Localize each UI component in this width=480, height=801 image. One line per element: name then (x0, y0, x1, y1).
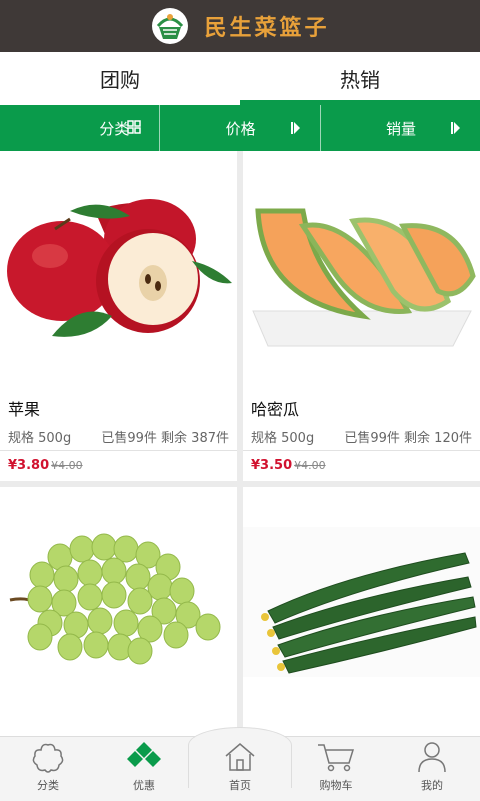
nav-label: 我的 (421, 779, 443, 792)
cucumber-image (243, 487, 480, 736)
product-sales-stock: 已售99件 剩余 387件 (101, 431, 229, 446)
nav-label: 优惠 (133, 779, 155, 792)
product-price: ¥3.50 ¥4.00 (251, 458, 326, 473)
tab-group-buy[interactable]: 团购 (0, 52, 240, 105)
cart-icon (318, 744, 355, 772)
filter-label: 销量 (385, 119, 416, 138)
house-icon (225, 743, 255, 771)
flower-icon (32, 743, 64, 773)
bottom-nav: 分类 优惠 首页 购物车 我的 (0, 727, 480, 801)
arrow-right-icon (450, 122, 460, 134)
current-price: ¥3.80 (8, 458, 50, 473)
tab-hot-sale[interactable]: 热销 (240, 52, 480, 105)
product-price: ¥3.80 ¥4.00 (8, 458, 83, 473)
original-price: ¥4.00 (294, 459, 326, 472)
divider (243, 450, 480, 451)
filter-label: 分类 (99, 119, 130, 138)
nav-discount[interactable]: 优惠 (96, 737, 192, 801)
filter-bar: 分类 价格 销量 (0, 105, 480, 151)
nav-label: 分类 (37, 779, 59, 792)
product-sales-stock: 已售99件 剩余 120件 (344, 431, 472, 446)
filter-sales[interactable]: 销量 (319, 105, 480, 151)
product-spec: 规格 500g (251, 431, 315, 446)
product-card[interactable] (243, 487, 480, 736)
product-card[interactable] (0, 487, 237, 736)
nav-profile[interactable]: 我的 (384, 737, 480, 801)
filter-price[interactable]: 价格 (159, 105, 319, 151)
nav-category[interactable]: 分类 (0, 737, 96, 801)
filter-category[interactable]: 分类 (0, 105, 159, 151)
product-spec: 规格 500g (8, 431, 72, 446)
grid-icon (127, 120, 142, 134)
tab-label: 团购 (100, 68, 140, 92)
nav-home[interactable]: 首页 (188, 727, 292, 801)
grapes-image (0, 487, 237, 736)
arrow-right-icon (290, 122, 300, 134)
product-name: 苹果 (8, 400, 41, 419)
app-title: 民生菜篮子 (204, 15, 330, 41)
current-price: ¥3.50 (251, 458, 293, 473)
nav-label: 购物车 (319, 779, 353, 792)
basket-logo-icon (152, 8, 189, 44)
filter-label: 价格 (225, 119, 256, 138)
divider (0, 450, 237, 451)
diamond-icon (127, 742, 161, 767)
app-header: 民生菜篮子 (0, 0, 480, 52)
original-price: ¥4.00 (51, 459, 83, 472)
apple-image (0, 151, 237, 381)
nav-label: 首页 (229, 779, 251, 792)
tab-label: 热销 (340, 68, 380, 92)
product-name: 哈密瓜 (251, 400, 300, 419)
melon-image (243, 151, 480, 381)
user-icon (418, 742, 446, 773)
product-card[interactable]: 苹果 规格 500g 已售99件 剩余 387件 ¥3.80 ¥4.00 (0, 151, 237, 481)
tab-bar: 团购 热销 (0, 52, 480, 105)
product-card[interactable]: 哈密瓜 规格 500g 已售99件 剩余 120件 ¥3.50 ¥4.00 (243, 151, 480, 481)
nav-cart[interactable]: 购物车 (288, 737, 384, 801)
